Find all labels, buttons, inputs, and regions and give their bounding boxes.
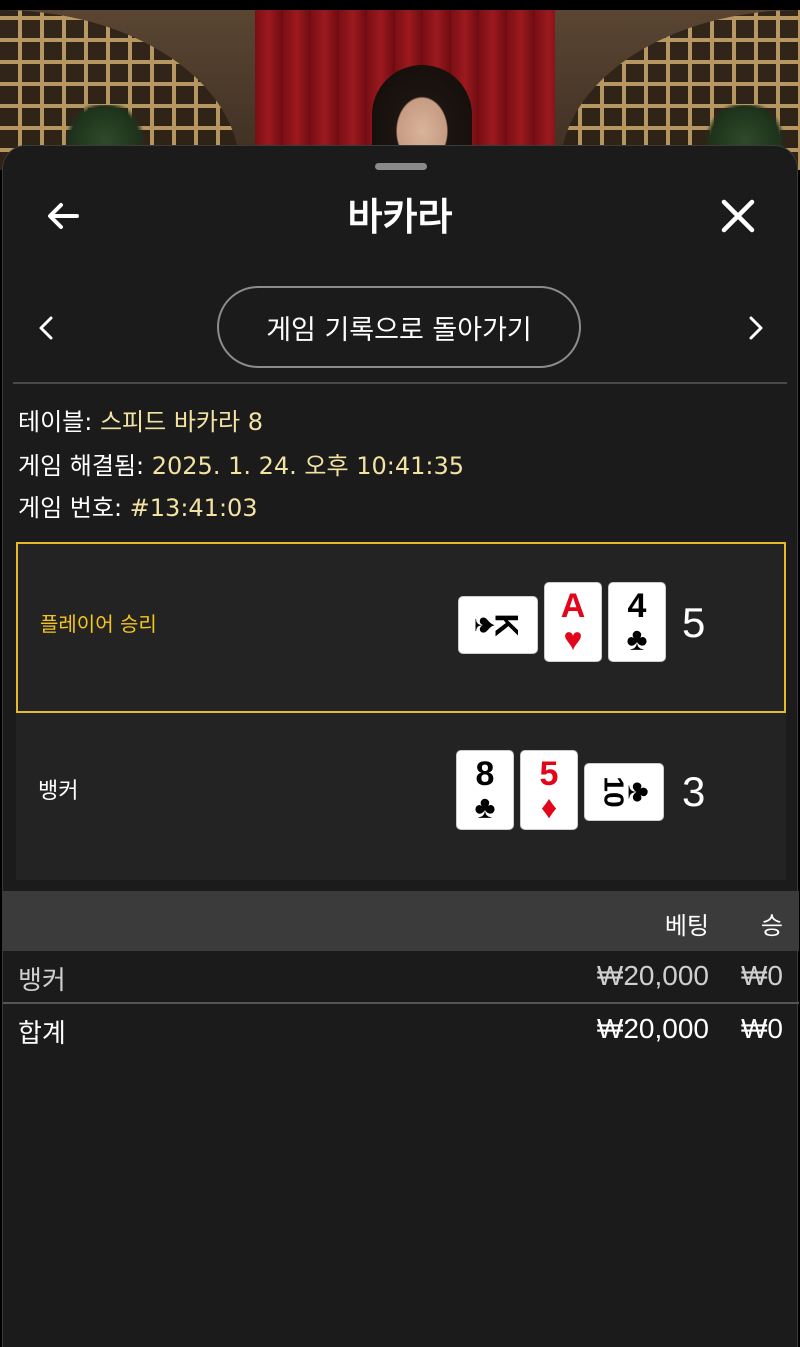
- divider: [13, 382, 787, 384]
- table-info-value: 스피드 바카라 8: [99, 408, 263, 436]
- close-button[interactable]: [708, 186, 768, 246]
- total-win-amount: ₩0: [741, 1013, 783, 1044]
- card-rank: A: [560, 587, 586, 625]
- card-rank: 5: [539, 755, 559, 793]
- close-icon: [721, 199, 755, 233]
- divider: [3, 1002, 799, 1004]
- player-result-label: 플레이어 승리: [40, 612, 157, 636]
- win-column-header: 승: [760, 912, 783, 940]
- card-rank: 4: [627, 587, 647, 625]
- bet-name: 뱅커: [18, 966, 66, 996]
- player-card-3: 4 ♣: [609, 583, 665, 661]
- card-suit: ♣: [474, 789, 496, 825]
- sheet-drag-handle[interactable]: [375, 163, 427, 170]
- game-history-sheet: 바카라 게임 기록으로 돌아가기 테이블: 스피드 바카라 8 게임 해결됨: …: [2, 145, 799, 1347]
- chevron-left-icon: [39, 316, 53, 340]
- bet-column-header: 베팅: [664, 912, 709, 940]
- page-title: 바카라: [347, 195, 453, 239]
- game-number-label: 게임 번호:: [18, 494, 130, 522]
- table-row: 뱅커 ₩20,000 ₩0: [3, 952, 799, 1002]
- card-suit: ♦: [540, 789, 558, 825]
- player-result-panel: 플레이어 승리 ♠ K A ♥ 4 ♣ 5: [16, 542, 786, 713]
- resolved-info: 게임 해결됨: 2025. 1. 24. 오후 10:41:35: [18, 446, 464, 481]
- next-round-button[interactable]: [725, 298, 785, 358]
- game-number-value: #13:41:03: [129, 494, 258, 522]
- app-screen: 바카라 게임 기록으로 돌아가기 테이블: 스피드 바카라 8 게임 해결됨: …: [0, 0, 800, 1347]
- game-number-info: 게임 번호: #13:41:03: [18, 488, 258, 523]
- resolved-info-label: 게임 해결됨:: [18, 452, 152, 480]
- previous-round-button[interactable]: [17, 298, 77, 358]
- total-bet-amount: ₩20,000: [596, 1013, 709, 1044]
- card-suit: ♥: [563, 621, 583, 657]
- banker-result-label: 뱅커: [38, 779, 79, 804]
- bet-amount: ₩20,000: [596, 960, 709, 991]
- banker-card-1: 8 ♣: [457, 751, 513, 829]
- card-suit: ♣: [621, 781, 658, 803]
- table-info: 테이블: 스피드 바카라 8: [18, 402, 263, 437]
- total-label: 합계: [18, 1019, 66, 1049]
- card-rank: K: [488, 613, 525, 637]
- round-navigation: 게임 기록으로 돌아가기: [3, 286, 797, 372]
- card-suit: ♣: [626, 621, 648, 657]
- resolved-info-value: 2025. 1. 24. 오후 10:41:35: [151, 452, 464, 480]
- back-to-history-button[interactable]: 게임 기록으로 돌아가기: [217, 286, 581, 368]
- banker-result-panel: 뱅커 8 ♣ 5 ♦ 10 ♣ 3: [16, 713, 786, 880]
- card-rank: 8: [475, 755, 495, 793]
- player-card-2: A ♥: [545, 583, 601, 661]
- bet-table-header: 베팅 승: [3, 891, 799, 951]
- win-amount: ₩0: [741, 960, 783, 991]
- banker-card-2: 5 ♦: [521, 751, 577, 829]
- total-row: 합계 ₩20,000 ₩0: [3, 1005, 799, 1055]
- player-score: 5: [682, 599, 706, 646]
- chevron-right-icon: [749, 316, 763, 340]
- banker-score: 3: [682, 768, 706, 815]
- table-info-label: 테이블:: [18, 408, 100, 436]
- player-card-1: ♠ K: [459, 597, 537, 653]
- banker-card-3: 10 ♣: [585, 764, 663, 820]
